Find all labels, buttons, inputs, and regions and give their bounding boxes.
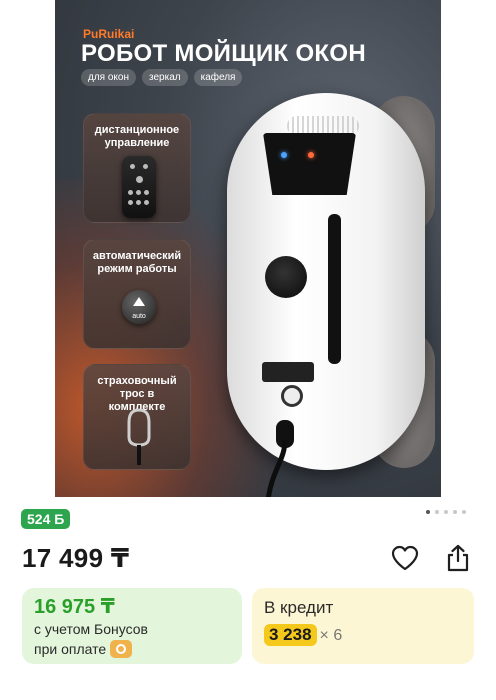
credit-title: В кредит xyxy=(264,598,334,617)
robot-label-plate xyxy=(262,362,314,382)
credit-row: 3 238 × 6 xyxy=(264,624,462,646)
bonus-price: 16 975 ₸ xyxy=(34,596,115,618)
share-icon xyxy=(447,544,469,572)
feature-card-auto: автоматический режим работы auto xyxy=(83,239,191,349)
feature-card-remote: дистанционное управление xyxy=(83,113,191,223)
pagination-dot[interactable] xyxy=(444,510,448,514)
bonus-points-badge: 524 Б xyxy=(21,509,71,529)
credit-multiplier: × 6 xyxy=(319,627,343,644)
pagination-dot[interactable] xyxy=(426,510,430,514)
share-button[interactable] xyxy=(441,541,475,575)
pagination-dot[interactable] xyxy=(435,510,439,514)
product-image[interactable]: PuRuikai РОБОТ МОЙЩИК ОКОН для окон зерк… xyxy=(55,0,441,497)
credit-monthly-amount: 3 238 xyxy=(264,624,317,646)
cable-icon xyxy=(265,440,288,497)
robot-sensor xyxy=(265,256,307,298)
auto-label: auto xyxy=(132,313,146,320)
promo-chips: для окон зеркал кафеля xyxy=(81,69,243,86)
bonus-price-card[interactable]: 16 975 ₸ с учетом Бонусов при оплате xyxy=(22,588,242,664)
bonus-line-1: с учетом Бонусов xyxy=(34,621,148,637)
feature-auto-text: автоматический режим работы xyxy=(92,250,182,275)
robot-power-icon xyxy=(281,385,303,407)
bonus-coin-icon xyxy=(110,640,133,659)
pagination-dot[interactable] xyxy=(453,510,457,514)
robot-side-strip xyxy=(328,214,341,364)
remote-control-icon xyxy=(122,156,156,218)
credit-card[interactable]: В кредит 3 238 × 6 xyxy=(252,588,474,664)
feature-remote-text: дистанционное управление xyxy=(94,124,180,149)
chip-tiles: кафеля xyxy=(193,69,243,86)
promo-title: РОБОТ МОЙЩИК ОКОН xyxy=(81,40,366,67)
robot-led-blue xyxy=(281,152,287,158)
pagination-dot[interactable] xyxy=(462,510,466,514)
heart-icon xyxy=(391,545,419,571)
favorite-button[interactable] xyxy=(388,541,422,575)
feature-card-rope: страховочный трос в комплекте xyxy=(83,364,191,470)
auto-mode-icon: auto xyxy=(122,290,156,324)
chip-windows: для окон xyxy=(81,69,136,86)
brand-logo: PuRuikai xyxy=(83,27,135,41)
product-price: 17 499 ₸ xyxy=(22,543,130,573)
carabiner-icon xyxy=(127,408,151,465)
chip-mirrors: зеркал xyxy=(142,69,188,86)
robot-led-red xyxy=(308,152,314,158)
image-pagination xyxy=(426,510,466,514)
robot-display-window xyxy=(263,133,356,195)
bonus-line-2: при оплате xyxy=(34,641,107,657)
bonus-line-2-row: при оплате xyxy=(34,639,230,659)
